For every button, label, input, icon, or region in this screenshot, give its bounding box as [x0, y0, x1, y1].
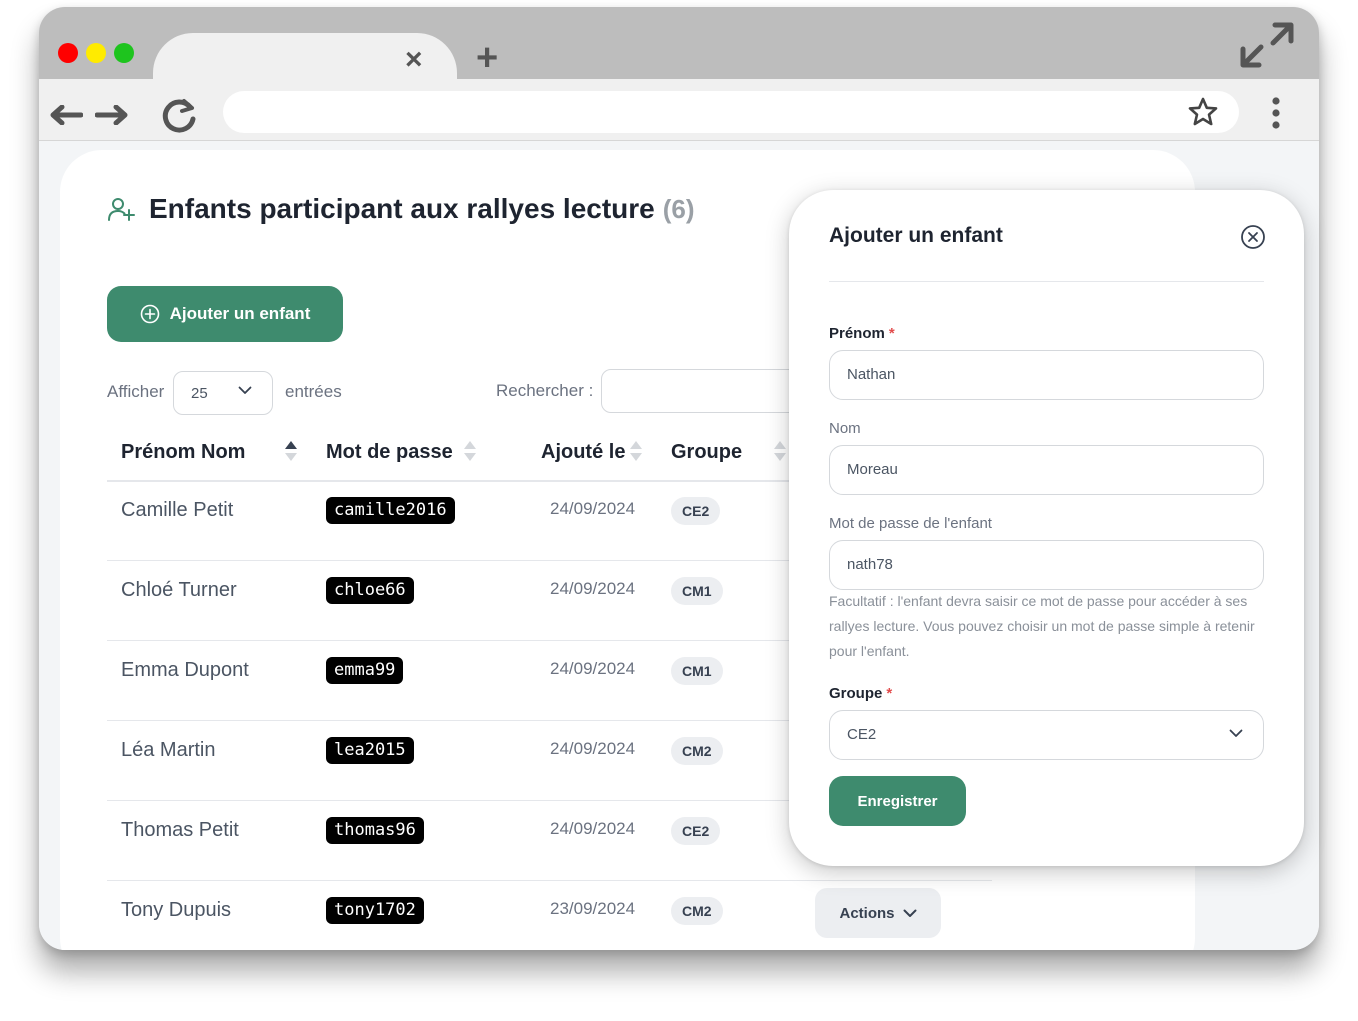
add-child-button-label: Ajouter un enfant	[169, 304, 311, 323]
first-name-label: Prénom *	[829, 325, 895, 342]
sort-icon[interactable]	[773, 440, 787, 462]
close-window-button[interactable]	[58, 43, 78, 63]
tab-close-icon[interactable]: ×	[405, 45, 423, 75]
browser-toolbar	[39, 79, 1319, 141]
plus-circle-icon	[140, 304, 159, 324]
column-header-name[interactable]: Prénom Nom	[121, 441, 245, 464]
reload-icon[interactable]	[160, 97, 198, 135]
child-password: thomas96	[326, 817, 424, 844]
sort-icon[interactable]	[629, 440, 643, 462]
modal-divider	[829, 281, 1264, 282]
search-label: Rechercher :	[496, 381, 594, 400]
password-field[interactable]: nath78	[829, 540, 1264, 590]
minimize-window-button[interactable]	[86, 43, 106, 63]
child-password: tony1702	[326, 897, 424, 924]
group-select-value: CE2	[847, 726, 877, 743]
children-count: (6)	[662, 193, 695, 224]
back-arrow-icon[interactable]	[49, 105, 83, 125]
bookmark-star-icon[interactable]	[1187, 96, 1219, 128]
child-name: Emma Dupont	[121, 659, 249, 681]
added-date: 24/09/2024	[550, 579, 636, 598]
added-date: 24/09/2024	[550, 739, 636, 758]
group-select[interactable]: CE2	[829, 710, 1264, 760]
chevron-down-icon	[1229, 729, 1243, 737]
actions-label: Actions	[839, 904, 895, 922]
last-name-field[interactable]: Moreau	[829, 445, 1264, 495]
chevron-down-icon	[238, 386, 252, 394]
actions-dropdown-button[interactable]: Actions	[815, 888, 941, 938]
child-password: camille2016	[326, 497, 455, 524]
required-mark: *	[886, 685, 893, 702]
group-badge: CM2	[671, 737, 723, 765]
group-badge: CE2	[671, 497, 721, 525]
sort-icon[interactable]	[463, 440, 477, 462]
child-name: Chloé Turner	[121, 579, 237, 601]
child-password: emma99	[326, 657, 404, 684]
column-header-password[interactable]: Mot de passe	[326, 441, 453, 464]
save-button[interactable]: Enregistrer	[829, 776, 966, 826]
page-header: Enfants participant aux rallyes lecture …	[107, 193, 695, 225]
child-name: Camille Petit	[121, 499, 234, 521]
password-label: Mot de passe de l'enfant	[829, 515, 992, 532]
search-input[interactable]	[601, 369, 801, 413]
page-size-select[interactable]: 25	[173, 371, 273, 415]
column-header-date[interactable]: Ajouté le	[541, 441, 625, 464]
browser-titlebar: × +	[39, 7, 1319, 83]
chevron-down-icon	[903, 909, 916, 917]
modal-title: Ajouter un enfant	[829, 224, 1003, 247]
child-password: chloe66	[326, 577, 414, 604]
add-child-modal: Ajouter un enfant Prénom * Nathan Nom Mor…	[789, 190, 1304, 866]
page-title: Enfants participant aux rallyes lecture	[149, 193, 655, 224]
first-name-field[interactable]: Nathan	[829, 350, 1264, 400]
show-label: Afficher	[107, 382, 165, 401]
browser-menu-icon[interactable]	[1271, 97, 1281, 129]
entries-label: entrées	[285, 382, 342, 401]
child-name: Thomas Petit	[121, 819, 239, 841]
group-badge: CM2	[671, 897, 723, 925]
column-header-group[interactable]: Groupe	[671, 441, 742, 464]
added-date: 24/09/2024	[550, 659, 636, 678]
sort-ascending-icon[interactable]	[284, 440, 298, 462]
close-icon[interactable]	[1240, 224, 1266, 250]
group-label: Groupe *	[829, 685, 893, 702]
added-date: 24/09/2024	[550, 819, 636, 838]
last-name-label: Nom	[829, 420, 861, 437]
required-mark: *	[888, 325, 895, 342]
new-tab-icon[interactable]: +	[476, 39, 498, 77]
password-help-text: Facultatif : l'enfant devra saisir ce mo…	[829, 593, 1255, 659]
group-badge: CE2	[671, 817, 721, 845]
add-child-button[interactable]: Ajouter un enfant	[107, 286, 343, 342]
group-badge: CM1	[671, 577, 723, 605]
forward-arrow-icon[interactable]	[95, 105, 129, 125]
child-name: Léa Martin	[121, 739, 216, 761]
page-size-value: 25	[191, 384, 208, 402]
added-date: 24/09/2024	[550, 499, 636, 518]
child-name: Tony Dupuis	[121, 899, 232, 921]
address-bar[interactable]	[223, 91, 1239, 133]
child-password: lea2015	[326, 737, 414, 764]
added-date: 23/09/2024	[550, 899, 636, 918]
group-badge: CM1	[671, 657, 723, 685]
maximize-window-button[interactable]	[114, 43, 134, 63]
user-plus-icon	[108, 198, 135, 221]
fullscreen-icon[interactable]	[1239, 21, 1295, 69]
